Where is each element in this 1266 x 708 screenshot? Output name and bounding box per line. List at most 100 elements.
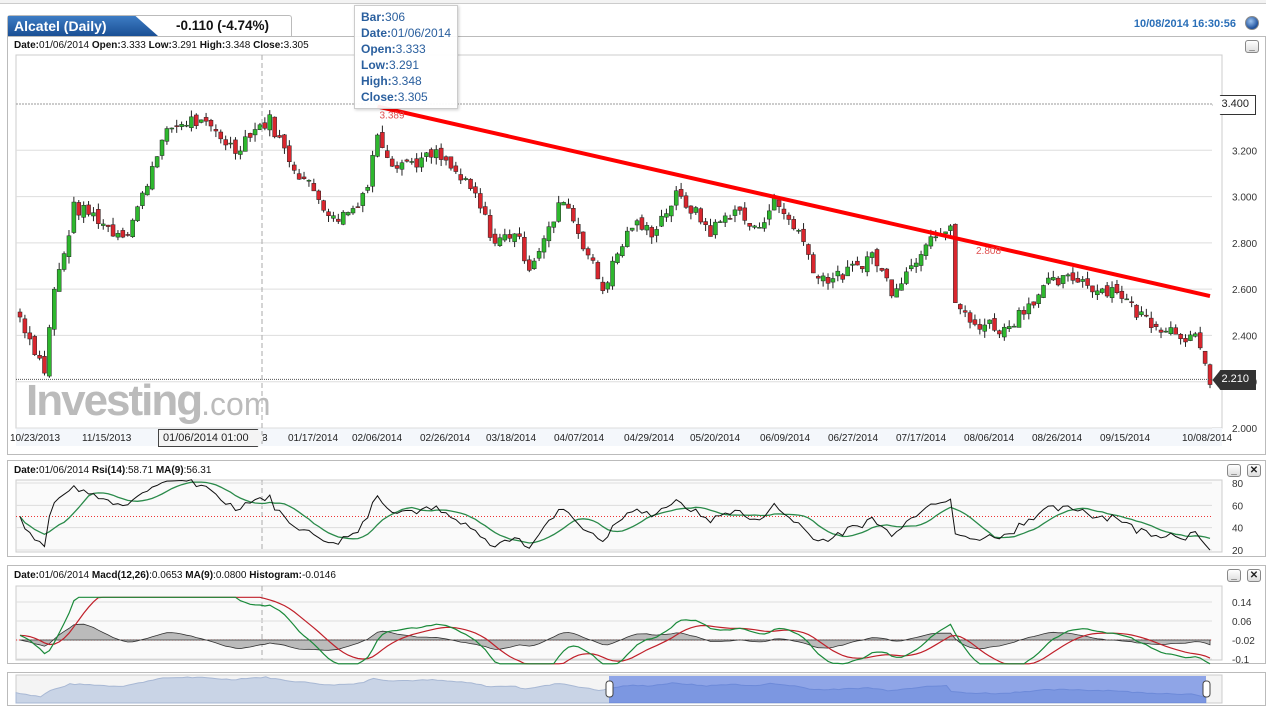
cursor-date-tag: 01/06/2014 01:00 xyxy=(158,429,264,447)
candle-down xyxy=(1148,317,1154,328)
candle-down xyxy=(213,129,219,132)
trendline-label: 3.389 xyxy=(379,111,404,122)
candle-up xyxy=(659,215,664,227)
candle-up xyxy=(1002,326,1007,338)
candle-up xyxy=(918,254,924,266)
tooltip-date-label: Date: xyxy=(361,26,392,40)
candle-down xyxy=(429,149,434,158)
candle-up xyxy=(718,221,723,223)
x-tick-label: 02/06/2014 xyxy=(352,433,402,444)
candle-up xyxy=(81,205,86,218)
candle-down xyxy=(37,355,42,359)
candle-down xyxy=(1153,323,1159,327)
candle-up xyxy=(987,319,992,324)
candle-up xyxy=(159,139,165,156)
candle-down xyxy=(262,122,268,129)
candle-down xyxy=(125,234,130,236)
candle-up xyxy=(424,152,429,157)
candle-up xyxy=(1036,294,1041,304)
candle-down xyxy=(860,266,865,270)
candle-down xyxy=(639,217,645,230)
candle-up xyxy=(531,260,537,269)
x-tick-label: 10/08/2014 xyxy=(1182,433,1232,444)
candle-down xyxy=(727,218,733,220)
candle-down xyxy=(316,190,321,200)
candle-down xyxy=(291,164,297,171)
candle-up xyxy=(693,207,699,213)
candle-up xyxy=(732,209,738,216)
tooltip-low-label: Low: xyxy=(361,58,389,72)
candle-up xyxy=(864,256,870,273)
candle-up xyxy=(56,269,62,292)
candle-down xyxy=(972,319,978,325)
candle-up xyxy=(252,129,258,136)
candle-down xyxy=(311,183,317,192)
candle-up xyxy=(909,265,914,270)
candle-down xyxy=(1178,334,1183,340)
candle-down xyxy=(272,116,277,138)
candle-down xyxy=(105,224,111,227)
candle-down xyxy=(1070,272,1076,281)
candle-down xyxy=(967,312,973,323)
y-tick-label: 40 xyxy=(1232,524,1244,535)
candle-down xyxy=(585,248,591,256)
navigator-handle[interactable] xyxy=(1202,680,1211,698)
candle-up xyxy=(850,263,855,266)
candle-down xyxy=(120,230,126,238)
candle-up xyxy=(1060,275,1066,284)
navigator-selection[interactable] xyxy=(609,676,1206,703)
candle-up xyxy=(419,157,424,168)
chart-canvas[interactable]: 3.2003.0002.8002.6002.4002.2002.00010/23… xyxy=(0,0,1266,708)
candle-up xyxy=(145,185,150,196)
candle-up xyxy=(1006,326,1012,329)
candle-down xyxy=(326,211,331,216)
candle-down xyxy=(590,257,596,261)
candle-down xyxy=(747,223,752,227)
candle-down xyxy=(1207,364,1213,385)
candle-down xyxy=(1055,277,1061,286)
candle-up xyxy=(198,119,204,123)
candle-up xyxy=(869,252,875,258)
tooltip-date: 01/06/2014 xyxy=(391,26,452,40)
candle-up xyxy=(894,288,899,298)
candle-down xyxy=(296,173,302,180)
x-tick-label: 07/17/2014 xyxy=(896,433,946,444)
candle-up xyxy=(360,193,366,206)
candle-down xyxy=(321,200,326,211)
navigator-handle[interactable] xyxy=(605,680,614,698)
candle-down xyxy=(855,260,860,266)
candle-down xyxy=(1134,304,1139,318)
candle-up xyxy=(164,128,170,142)
candle-down xyxy=(708,225,713,237)
candle-up xyxy=(1193,333,1198,337)
candle-up xyxy=(948,225,953,231)
candle-up xyxy=(669,205,674,217)
candle-down xyxy=(703,221,708,225)
candle-down xyxy=(1085,278,1090,286)
candle-up xyxy=(1095,290,1100,296)
candle-up xyxy=(904,271,909,284)
candle-down xyxy=(453,165,459,172)
candle-up xyxy=(551,221,557,228)
y-tick-label: 0.14 xyxy=(1232,598,1252,609)
candle-down xyxy=(962,310,968,313)
candle-down xyxy=(997,330,1002,335)
candle-up xyxy=(982,324,987,332)
candle-down xyxy=(203,117,209,122)
candle-up xyxy=(541,238,547,253)
candle-up xyxy=(115,233,121,238)
tooltip-high: 3.348 xyxy=(391,74,422,88)
candle-up xyxy=(830,278,836,283)
candle-down xyxy=(884,268,890,279)
candle-up xyxy=(512,233,517,242)
candle-up xyxy=(634,220,640,226)
candle-up xyxy=(933,236,939,239)
candle-down xyxy=(786,214,792,220)
candle-up xyxy=(1188,334,1193,341)
candle-down xyxy=(247,133,253,138)
candle-down xyxy=(517,233,522,237)
candle-up xyxy=(757,227,762,229)
candle-down xyxy=(1031,301,1036,306)
candle-down xyxy=(1104,285,1110,297)
y-tick-label: 0.06 xyxy=(1232,617,1252,628)
